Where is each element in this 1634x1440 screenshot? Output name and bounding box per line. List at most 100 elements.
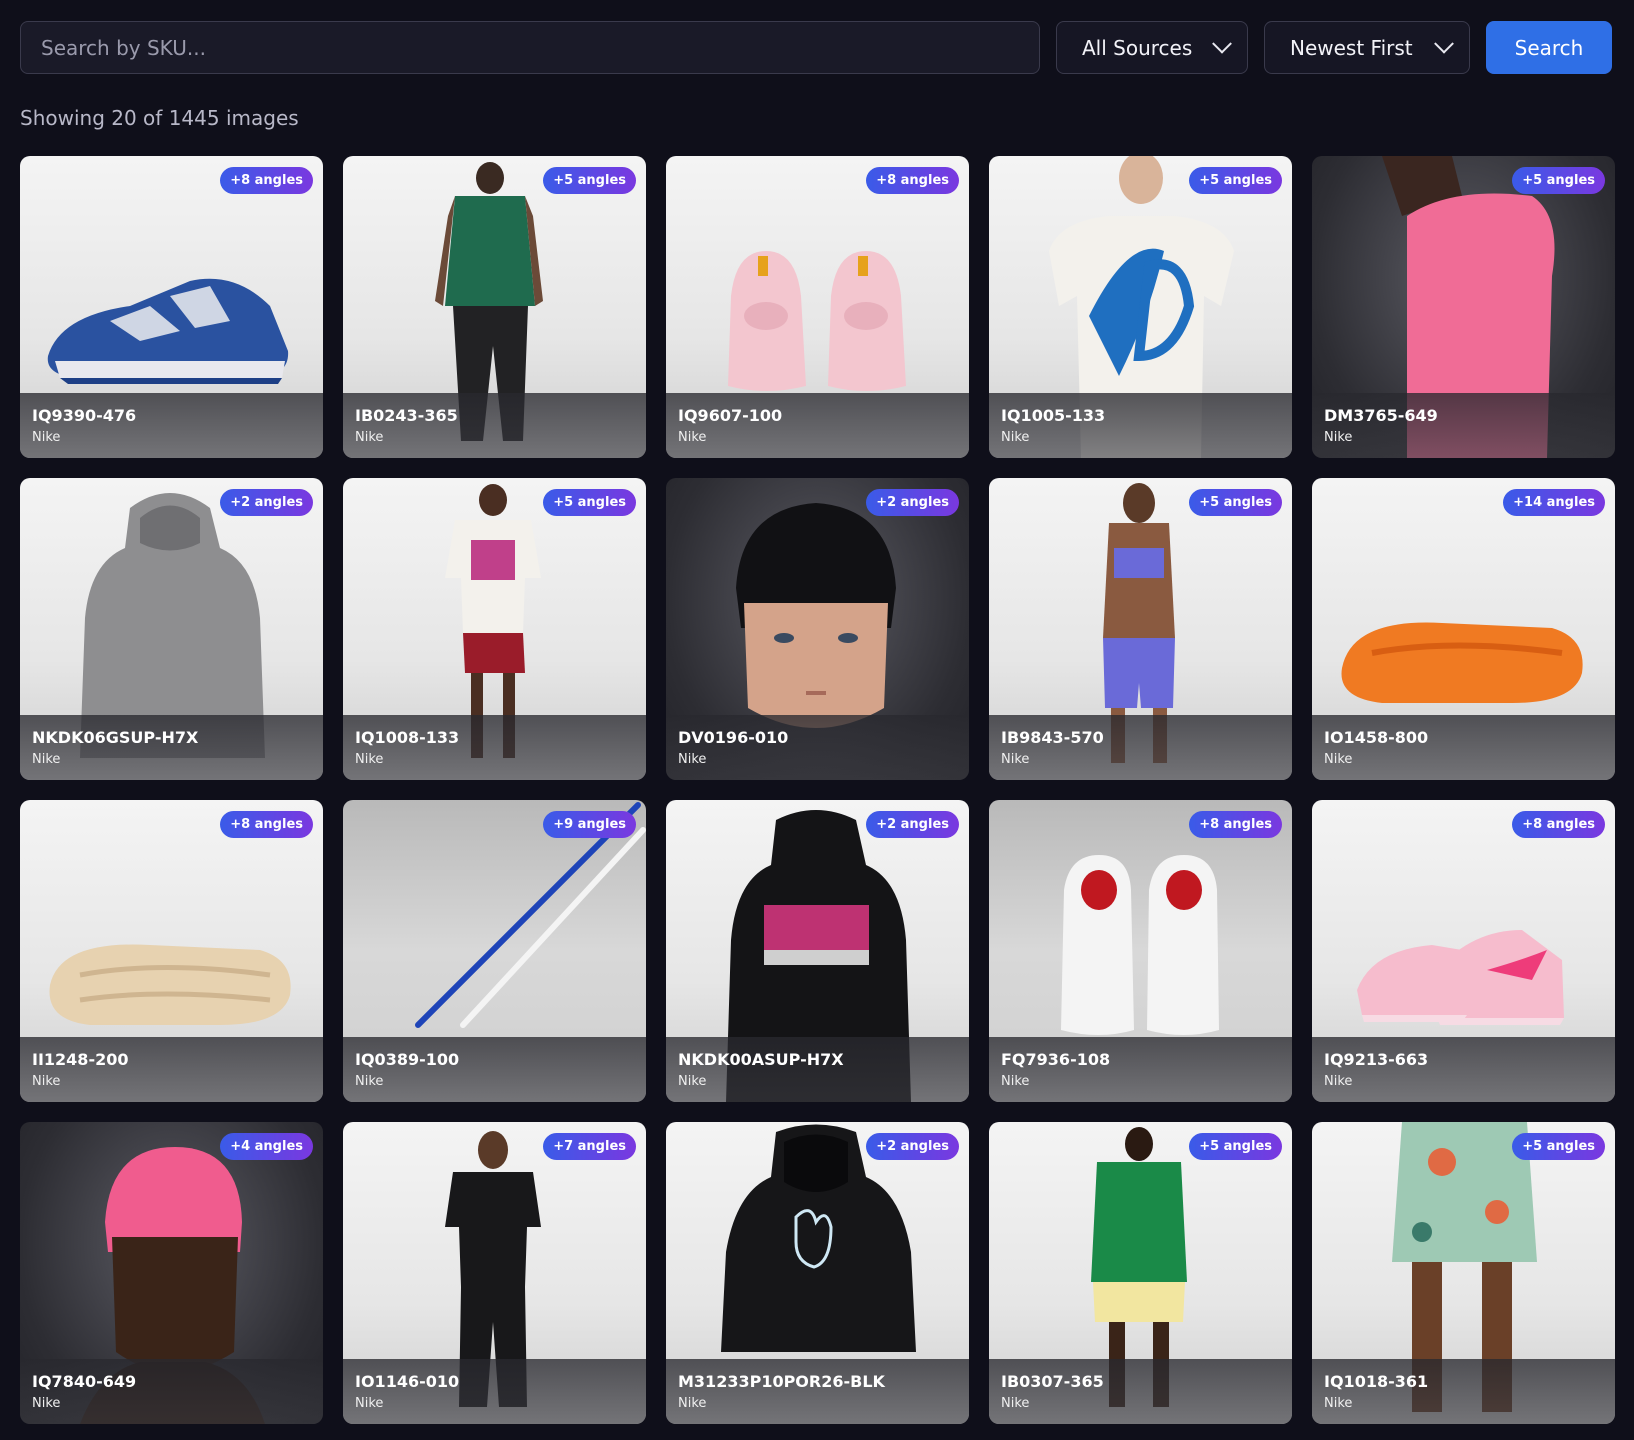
image-card[interactable]: +7 angles IO1146-010 Nike — [343, 1122, 646, 1424]
angle-count-badge: +5 angles — [1189, 1133, 1282, 1160]
angle-count-badge: +2 angles — [866, 489, 959, 516]
card-brand: Nike — [678, 1074, 707, 1089]
angle-count-badge: +8 angles — [220, 811, 313, 838]
card-brand: Nike — [678, 430, 707, 445]
card-sku: IB9843-570 — [1001, 728, 1104, 747]
chevron-down-icon — [1212, 33, 1232, 54]
angle-count-badge: +8 angles — [220, 167, 313, 194]
card-caption — [666, 1037, 969, 1102]
card-caption — [989, 1037, 1292, 1102]
card-caption — [1312, 1037, 1615, 1102]
image-card[interactable]: +4 angles IQ7840-649 Nike — [20, 1122, 323, 1424]
angle-count-badge: +2 angles — [866, 1133, 959, 1160]
card-sku: IQ9390-476 — [32, 406, 137, 425]
card-caption — [989, 393, 1292, 458]
card-brand: Nike — [1001, 430, 1030, 445]
image-card[interactable]: +5 angles IB0243-365 Nike — [343, 156, 646, 458]
card-caption — [1312, 715, 1615, 780]
angle-count-badge: +7 angles — [543, 1133, 636, 1160]
image-card[interactable]: +5 angles IB9843-570 Nike — [989, 478, 1292, 780]
search-button[interactable]: Search — [1486, 21, 1612, 74]
card-sku: FQ7936-108 — [1001, 1050, 1111, 1069]
chevron-down-icon — [1434, 33, 1454, 54]
image-card[interactable]: +2 angles NKDK06GSUP-H7X Nike — [20, 478, 323, 780]
card-sku: IQ9213-663 — [1324, 1050, 1429, 1069]
card-brand: Nike — [678, 752, 707, 767]
image-card[interactable]: +9 angles IQ0389-100 Nike — [343, 800, 646, 1102]
card-caption — [666, 715, 969, 780]
image-card[interactable]: +5 angles IB0307-365 Nike — [989, 1122, 1292, 1424]
card-brand: Nike — [1001, 1396, 1030, 1411]
card-sku: DV0196-010 — [678, 728, 789, 747]
image-card[interactable]: +5 angles IQ1005-133 Nike — [989, 156, 1292, 458]
card-caption — [343, 1037, 646, 1102]
angle-count-badge: +5 angles — [1512, 167, 1605, 194]
angle-count-badge: +5 angles — [543, 167, 636, 194]
card-caption — [343, 1359, 646, 1424]
source-filter-value: All Sources — [1082, 35, 1193, 60]
image-card[interactable]: +5 angles IQ1018-361 Nike — [1312, 1122, 1615, 1424]
image-card[interactable]: +2 angles DV0196-010 Nike — [666, 478, 969, 780]
card-brand: Nike — [355, 1074, 384, 1089]
card-brand: Nike — [355, 1396, 384, 1411]
image-card[interactable]: +8 angles IQ9213-663 Nike — [1312, 800, 1615, 1102]
angle-count-badge: +8 angles — [1512, 811, 1605, 838]
card-caption — [343, 715, 646, 780]
card-brand: Nike — [355, 430, 384, 445]
card-brand: Nike — [678, 1396, 707, 1411]
angle-count-badge: +8 angles — [866, 167, 959, 194]
image-card[interactable]: +14 angles IO1458-800 Nike — [1312, 478, 1615, 780]
card-sku: M31233P10POR26-BLK — [678, 1372, 885, 1391]
card-sku: IQ1018-361 — [1324, 1372, 1429, 1391]
source-filter-select[interactable]: All Sources — [1056, 21, 1248, 74]
card-caption — [1312, 393, 1615, 458]
card-brand: Nike — [1324, 1074, 1353, 1089]
card-caption — [989, 1359, 1292, 1424]
card-brand: Nike — [1001, 1074, 1030, 1089]
angle-count-badge: +5 angles — [1189, 489, 1282, 516]
card-sku: IO1146-010 — [355, 1372, 460, 1391]
card-sku: NKDK06GSUP-H7X — [32, 728, 199, 747]
card-brand: Nike — [1001, 752, 1030, 767]
result-count: Showing 20 of 1445 images — [20, 106, 299, 130]
card-sku: IO1458-800 — [1324, 728, 1429, 747]
image-card[interactable]: +8 angles IQ9390-476 Nike — [20, 156, 323, 458]
card-sku: IQ9607-100 — [678, 406, 783, 425]
card-caption — [1312, 1359, 1615, 1424]
card-sku: IQ1005-133 — [1001, 406, 1106, 425]
image-card[interactable]: +8 angles II1248-200 Nike — [20, 800, 323, 1102]
image-card[interactable]: +8 angles FQ7936-108 Nike — [989, 800, 1292, 1102]
card-brand: Nike — [32, 430, 61, 445]
card-sku: NKDK00ASUP-H7X — [678, 1050, 844, 1069]
card-brand: Nike — [32, 1074, 61, 1089]
sort-order-select[interactable]: Newest First — [1264, 21, 1470, 74]
angle-count-badge: +2 angles — [866, 811, 959, 838]
card-sku: DM3765-649 — [1324, 406, 1438, 425]
angle-count-badge: +4 angles — [220, 1133, 313, 1160]
search-toolbar: All Sources Newest First Search — [20, 21, 1614, 74]
angle-count-badge: +2 angles — [220, 489, 313, 516]
sort-order-value: Newest First — [1290, 35, 1413, 60]
angle-count-badge: +9 angles — [543, 811, 636, 838]
angle-count-badge: +14 angles — [1503, 489, 1605, 516]
card-caption — [989, 715, 1292, 780]
card-caption — [666, 393, 969, 458]
sku-search-input[interactable] — [20, 21, 1040, 74]
card-sku: IB0243-365 — [355, 406, 458, 425]
card-caption — [20, 393, 323, 458]
card-sku: IB0307-365 — [1001, 1372, 1104, 1391]
card-caption — [666, 1359, 969, 1424]
angle-count-badge: +5 angles — [543, 489, 636, 516]
image-card[interactable]: +5 angles DM3765-649 Nike — [1312, 156, 1615, 458]
image-card[interactable]: +5 angles IQ1008-133 Nike — [343, 478, 646, 780]
angle-count-badge: +5 angles — [1512, 1133, 1605, 1160]
card-caption — [343, 393, 646, 458]
image-card[interactable]: +8 angles IQ9607-100 Nike — [666, 156, 969, 458]
angle-count-badge: +5 angles — [1189, 167, 1282, 194]
card-caption — [20, 1037, 323, 1102]
image-card[interactable]: +2 angles M31233P10POR26-BLK Nike — [666, 1122, 969, 1424]
card-brand: Nike — [1324, 1396, 1353, 1411]
image-card[interactable]: +2 angles NKDK00ASUP-H7X Nike — [666, 800, 969, 1102]
card-sku: IQ7840-649 — [32, 1372, 137, 1391]
card-brand: Nike — [32, 752, 61, 767]
